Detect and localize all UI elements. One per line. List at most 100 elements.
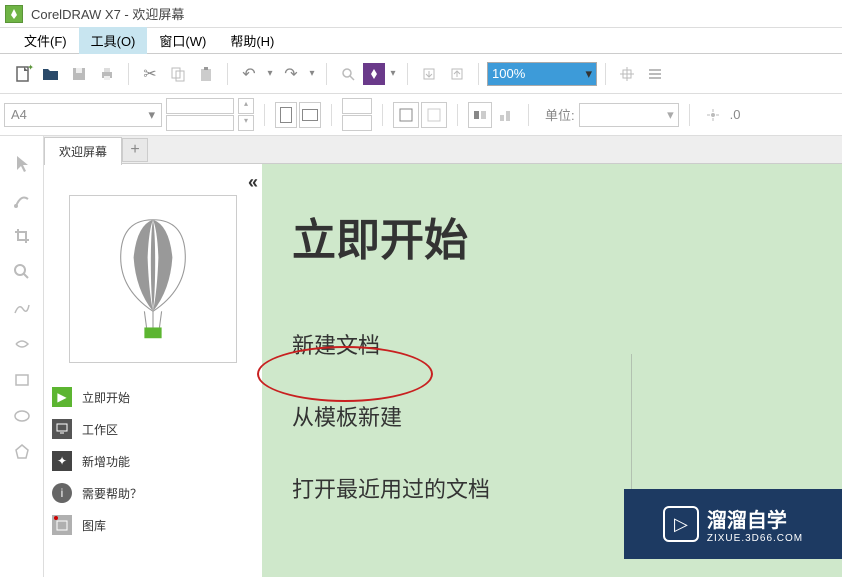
unit-label: 单位: bbox=[545, 105, 575, 124]
sidebar-item-label: 立即开始 bbox=[82, 389, 130, 406]
watermark: ▷ 溜溜自学 ZIXUE.3D66.COM bbox=[624, 489, 842, 559]
paper-size-select[interactable]: A4 ▾ bbox=[4, 103, 162, 127]
chevron-down-icon[interactable]: ▾ bbox=[585, 66, 592, 82]
info-icon: i bbox=[52, 483, 72, 503]
property-bar: A4 ▾ ▴ ▾ 单位: ▾ bbox=[0, 94, 842, 136]
window-title: CorelDRAW X7 - 欢迎屏幕 bbox=[31, 4, 184, 23]
page-steppers bbox=[342, 98, 372, 131]
polygon-tool[interactable] bbox=[0, 434, 44, 470]
align-b-button[interactable] bbox=[494, 102, 518, 128]
options-button[interactable] bbox=[642, 61, 668, 87]
orientation-group bbox=[275, 102, 321, 128]
link-from-template[interactable]: 从模板新建 bbox=[292, 400, 812, 432]
nudge-icon bbox=[700, 102, 726, 128]
search-button[interactable] bbox=[335, 61, 361, 87]
import-button[interactable] bbox=[416, 61, 442, 87]
width-input[interactable] bbox=[166, 98, 234, 114]
align-group bbox=[468, 102, 518, 128]
zoom-tool[interactable] bbox=[0, 254, 44, 290]
sidebar-item-label: 工作区 bbox=[82, 421, 118, 438]
undo-dropdown[interactable]: ▾ bbox=[264, 61, 276, 87]
separator bbox=[227, 63, 228, 85]
copy-button[interactable] bbox=[165, 61, 191, 87]
menu-tools[interactable]: 工具(O) bbox=[79, 27, 148, 54]
separator bbox=[407, 63, 408, 85]
separator bbox=[605, 63, 606, 85]
watermark-sub: ZIXUE.3D66.COM bbox=[707, 533, 803, 544]
height-input[interactable] bbox=[166, 115, 234, 131]
print-button[interactable] bbox=[94, 61, 120, 87]
shape-tool[interactable] bbox=[0, 182, 44, 218]
watermark-main: 溜溜自学 bbox=[707, 504, 803, 533]
dim-steppers: ▴ ▾ bbox=[238, 98, 254, 131]
separator bbox=[457, 104, 458, 126]
separator bbox=[326, 63, 327, 85]
redo-button[interactable]: ↷ bbox=[278, 61, 304, 87]
rectangle-tool[interactable] bbox=[0, 362, 44, 398]
open-button[interactable] bbox=[38, 61, 64, 87]
paste-button[interactable] bbox=[193, 61, 219, 87]
dimensions-group bbox=[166, 98, 234, 131]
freehand-tool[interactable] bbox=[0, 290, 44, 326]
crop-tool[interactable] bbox=[0, 218, 44, 254]
pick-tool[interactable] bbox=[0, 146, 44, 182]
menu-bar: 文件(F) 工具(O) 窗口(W) 帮助(H) bbox=[0, 28, 842, 54]
collapse-sidebar-icon[interactable]: « bbox=[44, 164, 262, 193]
product-logo bbox=[69, 195, 237, 363]
separator bbox=[382, 104, 383, 126]
ellipse-tool[interactable] bbox=[0, 398, 44, 434]
sidebar-item-label: 需要帮助？ bbox=[82, 485, 142, 502]
welcome-panel: 立即开始 新建文档 从模板新建 打开最近用过的文档 ▷ 溜溜自学 ZIXUE.3… bbox=[262, 164, 842, 577]
portrait-button[interactable] bbox=[275, 102, 297, 128]
document-tabs: 欢迎屏幕 + bbox=[44, 136, 842, 164]
sidebar-item-label: 图库 bbox=[82, 517, 106, 534]
undo-button[interactable]: ↶ bbox=[236, 61, 262, 87]
redo-dropdown[interactable]: ▾ bbox=[306, 61, 318, 87]
welcome-title: 立即开始 bbox=[292, 204, 812, 268]
app-launcher-button[interactable] bbox=[363, 63, 385, 85]
export-button[interactable] bbox=[444, 61, 470, 87]
separator bbox=[331, 104, 332, 126]
link-new-document[interactable]: 新建文档 bbox=[292, 328, 812, 360]
welcome-sidebar: « bbox=[44, 164, 262, 577]
draw-units-group bbox=[393, 102, 447, 128]
title-bar: CorelDRAW X7 - 欢迎屏幕 bbox=[0, 0, 842, 28]
separator bbox=[689, 104, 690, 126]
gallery-icon bbox=[52, 515, 72, 535]
launcher-dropdown[interactable]: ▾ bbox=[387, 61, 399, 87]
main-toolbar: ✂ ↶ ▾ ↷ ▾ ▾ ▾ bbox=[0, 54, 842, 94]
toolbox bbox=[0, 136, 44, 577]
play-circle-icon: ▷ bbox=[663, 506, 699, 542]
add-tab-button[interactable]: + bbox=[122, 138, 148, 162]
separator bbox=[128, 63, 129, 85]
landscape-button[interactable] bbox=[299, 102, 321, 128]
cut-button[interactable]: ✂ bbox=[137, 61, 163, 87]
sidebar-item-help[interactable]: i 需要帮助？ bbox=[44, 477, 262, 509]
separator bbox=[478, 63, 479, 85]
separator bbox=[264, 104, 265, 126]
sidebar-item-label: 新增功能 bbox=[82, 453, 130, 470]
play-icon: ▶ bbox=[52, 387, 72, 407]
nudge-value: .0 bbox=[730, 107, 741, 122]
menu-help[interactable]: 帮助(H) bbox=[218, 27, 286, 54]
zoom-level-input[interactable]: ▾ bbox=[487, 62, 597, 86]
sidebar-item-getstarted[interactable]: ▶ 立即开始 bbox=[44, 381, 262, 413]
menu-file[interactable]: 文件(F) bbox=[12, 27, 79, 54]
monitor-icon bbox=[52, 419, 72, 439]
new-document-button[interactable] bbox=[10, 61, 36, 87]
sidebar-item-gallery[interactable]: 图库 bbox=[44, 509, 262, 541]
app-logo-icon bbox=[5, 5, 23, 23]
tab-welcome[interactable]: 欢迎屏幕 bbox=[44, 137, 122, 165]
align-a-button[interactable] bbox=[468, 102, 492, 128]
snap-button[interactable] bbox=[614, 61, 640, 87]
menu-window[interactable]: 窗口(W) bbox=[147, 27, 218, 54]
sidebar-item-workspace[interactable]: 工作区 bbox=[44, 413, 262, 445]
artistic-tool[interactable] bbox=[0, 326, 44, 362]
sidebar-item-whatsnew[interactable]: ✦ 新增功能 bbox=[44, 445, 262, 477]
orient-b-button[interactable] bbox=[421, 102, 447, 128]
orient-a-button[interactable] bbox=[393, 102, 419, 128]
chevron-down-icon: ▾ bbox=[148, 107, 155, 123]
save-button[interactable] bbox=[66, 61, 92, 87]
unit-select[interactable]: ▾ bbox=[579, 103, 679, 127]
sparkle-icon: ✦ bbox=[52, 451, 72, 471]
